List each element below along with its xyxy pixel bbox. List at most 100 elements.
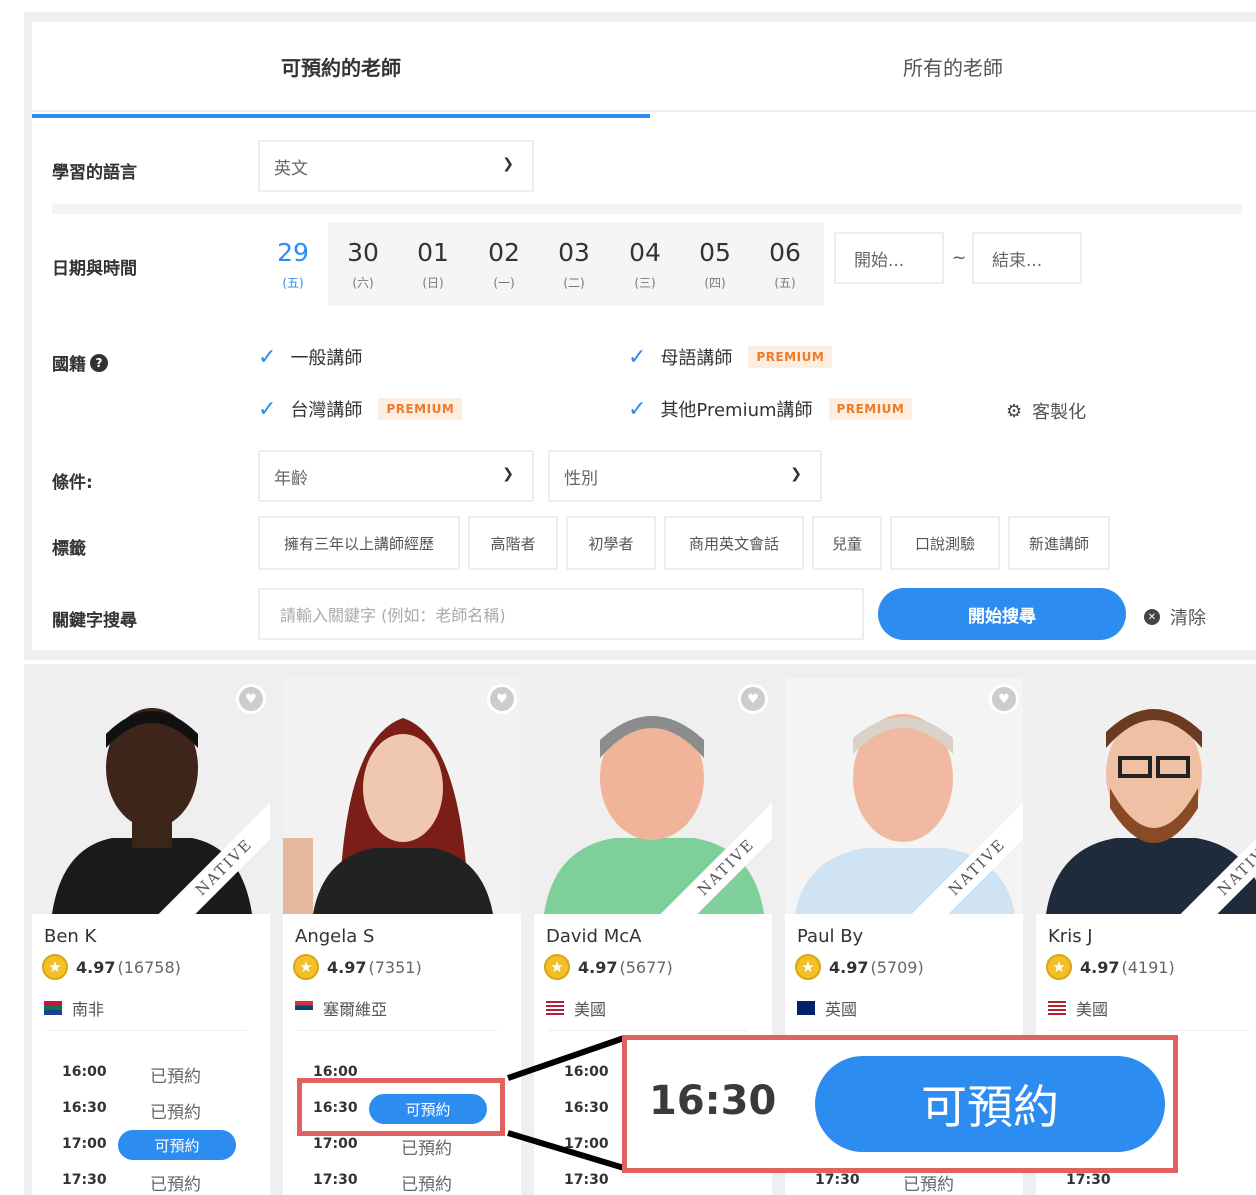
date-item[interactable]: 02 (一) bbox=[469, 222, 539, 306]
tag-item[interactable]: 高階者 bbox=[468, 516, 558, 570]
date-weekday: (三) bbox=[634, 276, 656, 290]
date-item[interactable]: 29 (五) bbox=[258, 222, 328, 306]
age-select[interactable]: 年齡 ❯ bbox=[258, 450, 534, 502]
tag-item[interactable]: 初學者 bbox=[566, 516, 656, 570]
star-badge-icon: ★ bbox=[1046, 954, 1072, 980]
date-weekday: (五) bbox=[774, 276, 796, 290]
start-search-button[interactable]: 開始搜尋 bbox=[878, 588, 1126, 640]
start-time-input[interactable]: 開始... bbox=[834, 232, 944, 284]
checkbox-other-premium-teacher[interactable]: ✓ 其他Premium講師 PREMIUM bbox=[628, 394, 913, 424]
teacher-name[interactable]: Ben K bbox=[44, 926, 96, 947]
slot-time: 17:00 bbox=[62, 1136, 107, 1152]
heart-icon[interactable]: ♥ bbox=[236, 684, 266, 714]
slot-time: 17:30 bbox=[1066, 1172, 1111, 1188]
rating-count: (5709) bbox=[870, 957, 924, 977]
checkmark-icon: ✓ bbox=[258, 396, 277, 422]
zoomed-slot-time: 16:30 bbox=[649, 1078, 777, 1124]
date-weekday: (一) bbox=[493, 276, 515, 290]
date-item[interactable]: 03 (二) bbox=[539, 222, 609, 306]
filter-panel: 可預約的老師 所有的老師 學習的語言 英文 ❯ 日期與時間 29 (五) 30 (六… bbox=[24, 12, 1256, 660]
checkmark-icon: ✓ bbox=[628, 396, 647, 422]
tab-available-teachers[interactable]: 可預約的老師 bbox=[32, 22, 650, 110]
date-weekday: (日) bbox=[422, 276, 444, 290]
date-number: 03 bbox=[558, 238, 590, 267]
gender-select[interactable]: 性別 ❯ bbox=[548, 450, 822, 502]
time-slot: 17:30 已預約 bbox=[52, 1166, 262, 1195]
slot-status: 已預約 bbox=[401, 1175, 452, 1195]
rating-count: (16758) bbox=[117, 957, 181, 977]
date-item[interactable]: 06 (五) bbox=[750, 222, 820, 306]
time-slot: 16:30 已預約 bbox=[52, 1094, 262, 1124]
slot-status: 已預約 bbox=[401, 1139, 452, 1159]
tab-bar: 可預約的老師 所有的老師 bbox=[32, 22, 1256, 112]
checkbox-general-teacher[interactable]: ✓ 一般講師 bbox=[258, 342, 362, 372]
slot-time: 17:00 bbox=[564, 1136, 609, 1152]
language-select[interactable]: 英文 ❯ bbox=[258, 140, 534, 192]
heart-icon[interactable]: ♥ bbox=[487, 684, 517, 714]
teacher-rating: ★ 4.97 (16758) bbox=[42, 954, 181, 980]
checkbox-taiwan-teacher[interactable]: ✓ 台灣講師 PREMIUM bbox=[258, 394, 463, 424]
nationality-label-wrap: 國籍 ? bbox=[52, 350, 108, 375]
gear-icon: ⚙ bbox=[1006, 400, 1023, 422]
date-weekday: (六) bbox=[352, 276, 374, 290]
chevron-down-icon: ❯ bbox=[790, 466, 802, 482]
teacher-country: 美國 bbox=[546, 996, 606, 1020]
tag-item[interactable]: 擁有三年以上講師經歷 bbox=[258, 516, 460, 570]
active-tab-indicator bbox=[32, 114, 650, 118]
rating-score: 4.97 bbox=[327, 957, 367, 977]
checkbox-label: 一般講師 bbox=[290, 348, 363, 369]
checkmark-icon: ✓ bbox=[628, 344, 647, 370]
teacher-card[interactable]: ♥ NATIVE Ben K ★ 4.97 (16758) 南非 16:00 已預… bbox=[32, 678, 270, 1195]
teacher-name[interactable]: Paul By bbox=[797, 926, 863, 947]
date-number: 05 bbox=[699, 238, 731, 267]
close-icon: ✕ bbox=[1144, 609, 1160, 625]
customize-button[interactable]: ⚙ 客製化 bbox=[1006, 398, 1086, 424]
teacher-country: 南非 bbox=[44, 996, 104, 1020]
checkbox-native-teacher[interactable]: ✓ 母語講師 PREMIUM bbox=[628, 342, 833, 372]
tag-item[interactable]: 兒童 bbox=[812, 516, 882, 570]
book-slot-button[interactable]: 可預約 bbox=[118, 1130, 236, 1160]
end-time-input[interactable]: 結束... bbox=[972, 232, 1082, 284]
premium-badge: PREMIUM bbox=[828, 398, 913, 420]
teacher-name[interactable]: Kris J bbox=[1048, 926, 1093, 947]
tag-item[interactable]: 商用英文會話 bbox=[664, 516, 804, 570]
date-item[interactable]: 05 (四) bbox=[680, 222, 750, 306]
country-name: 南非 bbox=[72, 1000, 105, 1019]
date-item[interactable]: 30 (六) bbox=[328, 222, 398, 306]
teacher-photo: ♥ NATIVE bbox=[785, 678, 1023, 914]
tag-item[interactable]: 口說測驗 bbox=[890, 516, 1000, 570]
teacher-photo: ♥ NATIVE bbox=[32, 678, 270, 914]
zoomed-book-slot-button[interactable]: 可預約 bbox=[815, 1056, 1165, 1152]
tab-all-teachers[interactable]: 所有的老師 bbox=[650, 22, 1256, 110]
teacher-name[interactable]: David McA bbox=[546, 926, 641, 947]
chevron-down-icon: ❯ bbox=[502, 156, 514, 172]
tag-item[interactable]: 新進講師 bbox=[1008, 516, 1110, 570]
rating-score: 4.97 bbox=[76, 957, 116, 977]
help-icon[interactable]: ? bbox=[90, 353, 108, 372]
date-picker: 29 (五) 30 (六) 01 (日) 02 (一) 03 (二) 04 (三) 05 (四… bbox=[258, 222, 824, 306]
teacher-rating: ★ 4.97 (5709) bbox=[795, 954, 924, 980]
keyword-search-input[interactable]: 請輸入關鍵字 (例如：老師名稱) bbox=[258, 588, 864, 640]
time-slot: 16:00 已預約 bbox=[52, 1058, 262, 1088]
date-item[interactable]: 04 (三) bbox=[610, 222, 680, 306]
date-number: 29 bbox=[277, 238, 309, 267]
star-badge-icon: ★ bbox=[42, 954, 68, 980]
condition-label: 條件: bbox=[52, 473, 93, 493]
country-name: 塞爾維亞 bbox=[323, 1000, 388, 1019]
heart-icon[interactable]: ♥ bbox=[738, 684, 768, 714]
keyword-label: 關鍵字搜尋 bbox=[52, 611, 137, 631]
avatar-illustration bbox=[32, 678, 270, 914]
teacher-country: 塞爾維亞 bbox=[295, 996, 387, 1020]
clear-button[interactable]: ✕ 清除 bbox=[1144, 604, 1206, 630]
heart-icon[interactable]: ♥ bbox=[989, 684, 1019, 714]
slot-time: 17:30 bbox=[62, 1172, 107, 1188]
slot-status: 已預約 bbox=[150, 1103, 201, 1123]
date-item[interactable]: 01 (日) bbox=[398, 222, 468, 306]
teacher-name[interactable]: Angela S bbox=[295, 926, 374, 947]
date-weekday: (五) bbox=[282, 276, 304, 290]
teacher-photo: ♥ NATIVE bbox=[1036, 678, 1256, 914]
teacher-rating: ★ 4.97 (7351) bbox=[293, 954, 422, 980]
teacher-photo: ♥ NATIVE bbox=[534, 678, 772, 914]
date-number: 30 bbox=[347, 238, 379, 267]
teacher-photo: ♥ bbox=[283, 678, 521, 914]
